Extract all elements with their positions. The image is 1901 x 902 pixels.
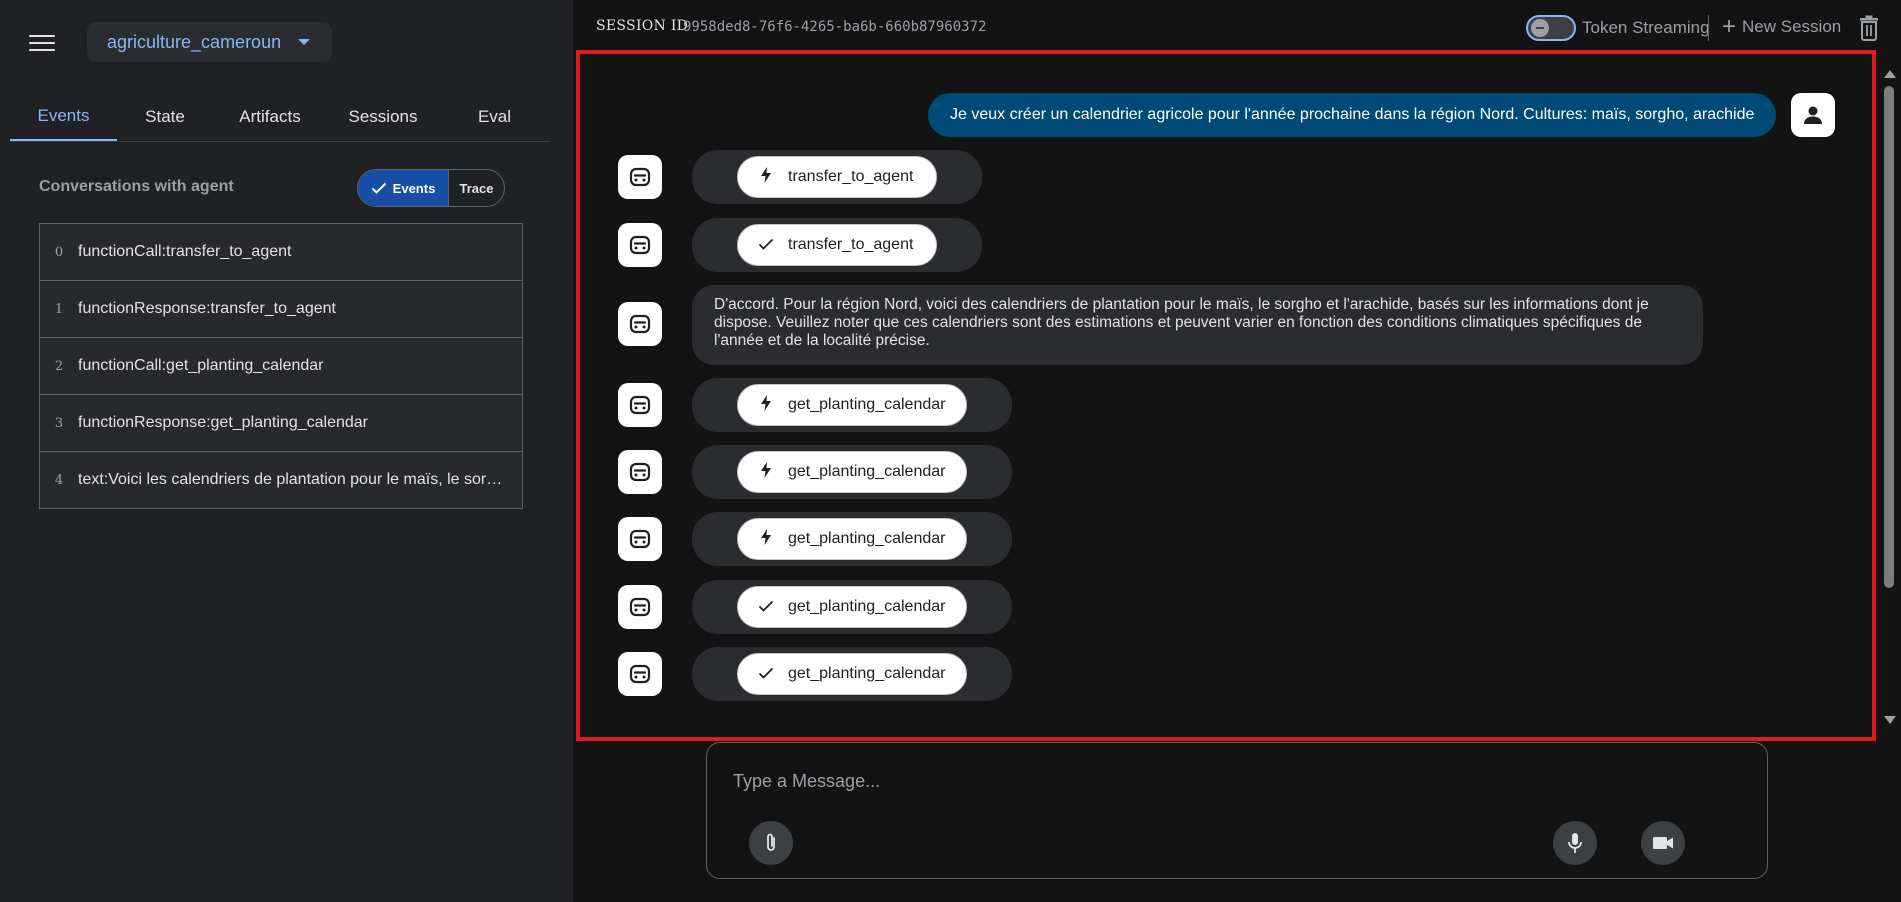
- bot-avatar: [618, 652, 662, 696]
- message-input[interactable]: [731, 765, 1515, 797]
- delete-icon[interactable]: [1858, 15, 1880, 41]
- toggle-events-label: Events: [392, 180, 436, 196]
- side-panel: agriculture_cameroun Events State Artifa…: [0, 0, 573, 902]
- function-chip-label: get_planting_calendar: [788, 598, 946, 615]
- video-button[interactable]: [1641, 821, 1685, 865]
- check-icon: [758, 599, 774, 616]
- app-selector[interactable]: agriculture_cameroun: [87, 22, 332, 62]
- event-row[interactable]: 0 functionCall:transfer_to_agent: [39, 223, 523, 281]
- function-chip-label: get_planting_calendar: [788, 665, 946, 682]
- bot-avatar: [618, 155, 662, 199]
- bot-avatar: [618, 302, 662, 346]
- user-avatar: [1791, 93, 1835, 137]
- chevron-down-icon: [298, 39, 310, 45]
- tab-artifacts[interactable]: Artifacts: [213, 93, 327, 141]
- session-id-label: SESSION ID: [596, 18, 689, 34]
- scroll-down-icon[interactable]: [1884, 716, 1896, 724]
- event-text: functionResponse:transfer_to_agent: [78, 300, 336, 317]
- event-index: 0: [54, 244, 64, 260]
- event-text: functionCall:transfer_to_agent: [78, 243, 292, 260]
- panel-tabs: Events State Artifacts Sessions Eval: [10, 93, 550, 142]
- event-text: functionCall:get_planting_calendar: [78, 357, 324, 374]
- check-icon: [758, 237, 774, 254]
- function-chip-label: get_planting_calendar: [788, 396, 946, 413]
- event-row[interactable]: 3 functionResponse:get_planting_calendar: [39, 394, 523, 452]
- paperclip-icon: [767, 833, 775, 851]
- robot-icon: [629, 235, 651, 255]
- plus-icon: +: [1722, 13, 1737, 40]
- event-text: functionResponse:get_planting_calendar: [78, 414, 368, 431]
- new-session-label: New Session: [1742, 17, 1842, 36]
- microphone-button[interactable]: [1553, 821, 1597, 865]
- scroll-thumb[interactable]: [1884, 86, 1894, 588]
- function-chip-label: get_planting_calendar: [788, 463, 946, 480]
- event-index: 4: [54, 472, 64, 488]
- event-row[interactable]: 1 functionResponse:transfer_to_agent: [39, 280, 523, 338]
- event-row[interactable]: 2 functionCall:get_planting_calendar: [39, 337, 523, 395]
- function-chip-label: transfer_to_agent: [788, 168, 914, 185]
- video-camera-icon: [1653, 837, 1673, 849]
- event-text: text:Voici les calendriers de plantation…: [78, 471, 522, 488]
- bot-avatar: [618, 223, 662, 267]
- function-chip[interactable]: get_planting_calendar: [737, 384, 967, 426]
- check-icon: [758, 666, 774, 683]
- tab-events[interactable]: Events: [10, 93, 117, 141]
- app-selector-value: agriculture_cameroun: [107, 31, 282, 52]
- bolt-icon: [758, 167, 774, 187]
- robot-icon: [629, 395, 651, 415]
- robot-icon: [629, 462, 651, 482]
- robot-icon: [629, 314, 651, 334]
- bot-avatar: [618, 517, 662, 561]
- robot-icon: [629, 167, 651, 187]
- bolt-icon: [758, 462, 774, 482]
- robot-icon: [629, 597, 651, 617]
- agent-text-bubble: D'accord. Pour la région Nord, voici des…: [692, 285, 1703, 365]
- session-id-value: 9958ded8-76f6-4265-ba6b-660b87960372: [683, 19, 987, 35]
- chat-scrollbar[interactable]: [1881, 66, 1897, 728]
- toggle-events-button[interactable]: Events: [358, 170, 449, 206]
- event-index: 1: [54, 301, 64, 317]
- function-chip[interactable]: get_planting_calendar: [737, 518, 967, 560]
- bot-avatar: [618, 450, 662, 494]
- bolt-icon: [758, 395, 774, 415]
- toggle-knob: [1531, 19, 1549, 37]
- scroll-up-icon[interactable]: [1884, 70, 1896, 78]
- event-index: 3: [54, 415, 64, 431]
- tab-state[interactable]: State: [117, 93, 213, 141]
- function-chip[interactable]: get_planting_calendar: [737, 451, 967, 493]
- function-chip-label: get_planting_calendar: [788, 530, 946, 547]
- new-session-button[interactable]: + New Session: [1722, 13, 1842, 40]
- event-row[interactable]: 4 text:Voici les calendriers de plantati…: [39, 451, 523, 509]
- function-chip[interactable]: transfer_to_agent: [737, 224, 937, 266]
- function-chip[interactable]: transfer_to_agent: [737, 156, 937, 198]
- divider: [1708, 15, 1709, 41]
- user-message-bubble: Je veux créer un calendrier agricole pou…: [928, 93, 1777, 137]
- conversations-title: Conversations with agent: [39, 178, 234, 195]
- message-composer: [706, 742, 1768, 879]
- function-chip-label: transfer_to_agent: [788, 236, 914, 253]
- robot-icon: [629, 664, 651, 684]
- token-streaming-label: Token Streaming: [1582, 18, 1710, 37]
- toggle-trace-button[interactable]: Trace: [449, 170, 504, 206]
- check-icon: [371, 182, 386, 194]
- robot-icon: [629, 529, 651, 549]
- person-icon: [1804, 106, 1822, 124]
- tab-eval[interactable]: Eval: [439, 93, 550, 141]
- bot-avatar: [618, 585, 662, 629]
- attach-button[interactable]: [749, 821, 793, 865]
- bolt-icon: [758, 529, 774, 549]
- microphone-icon: [1568, 833, 1582, 853]
- bot-avatar: [618, 383, 662, 427]
- view-toggle: Events Trace: [357, 169, 505, 207]
- event-list: 0 functionCall:transfer_to_agent 1 funct…: [39, 223, 523, 509]
- tab-sessions[interactable]: Sessions: [327, 93, 439, 141]
- function-chip[interactable]: get_planting_calendar: [737, 586, 967, 628]
- event-index: 2: [54, 358, 64, 374]
- menu-icon[interactable]: [29, 32, 55, 54]
- token-streaming-toggle[interactable]: [1526, 15, 1576, 41]
- function-chip[interactable]: get_planting_calendar: [737, 653, 967, 695]
